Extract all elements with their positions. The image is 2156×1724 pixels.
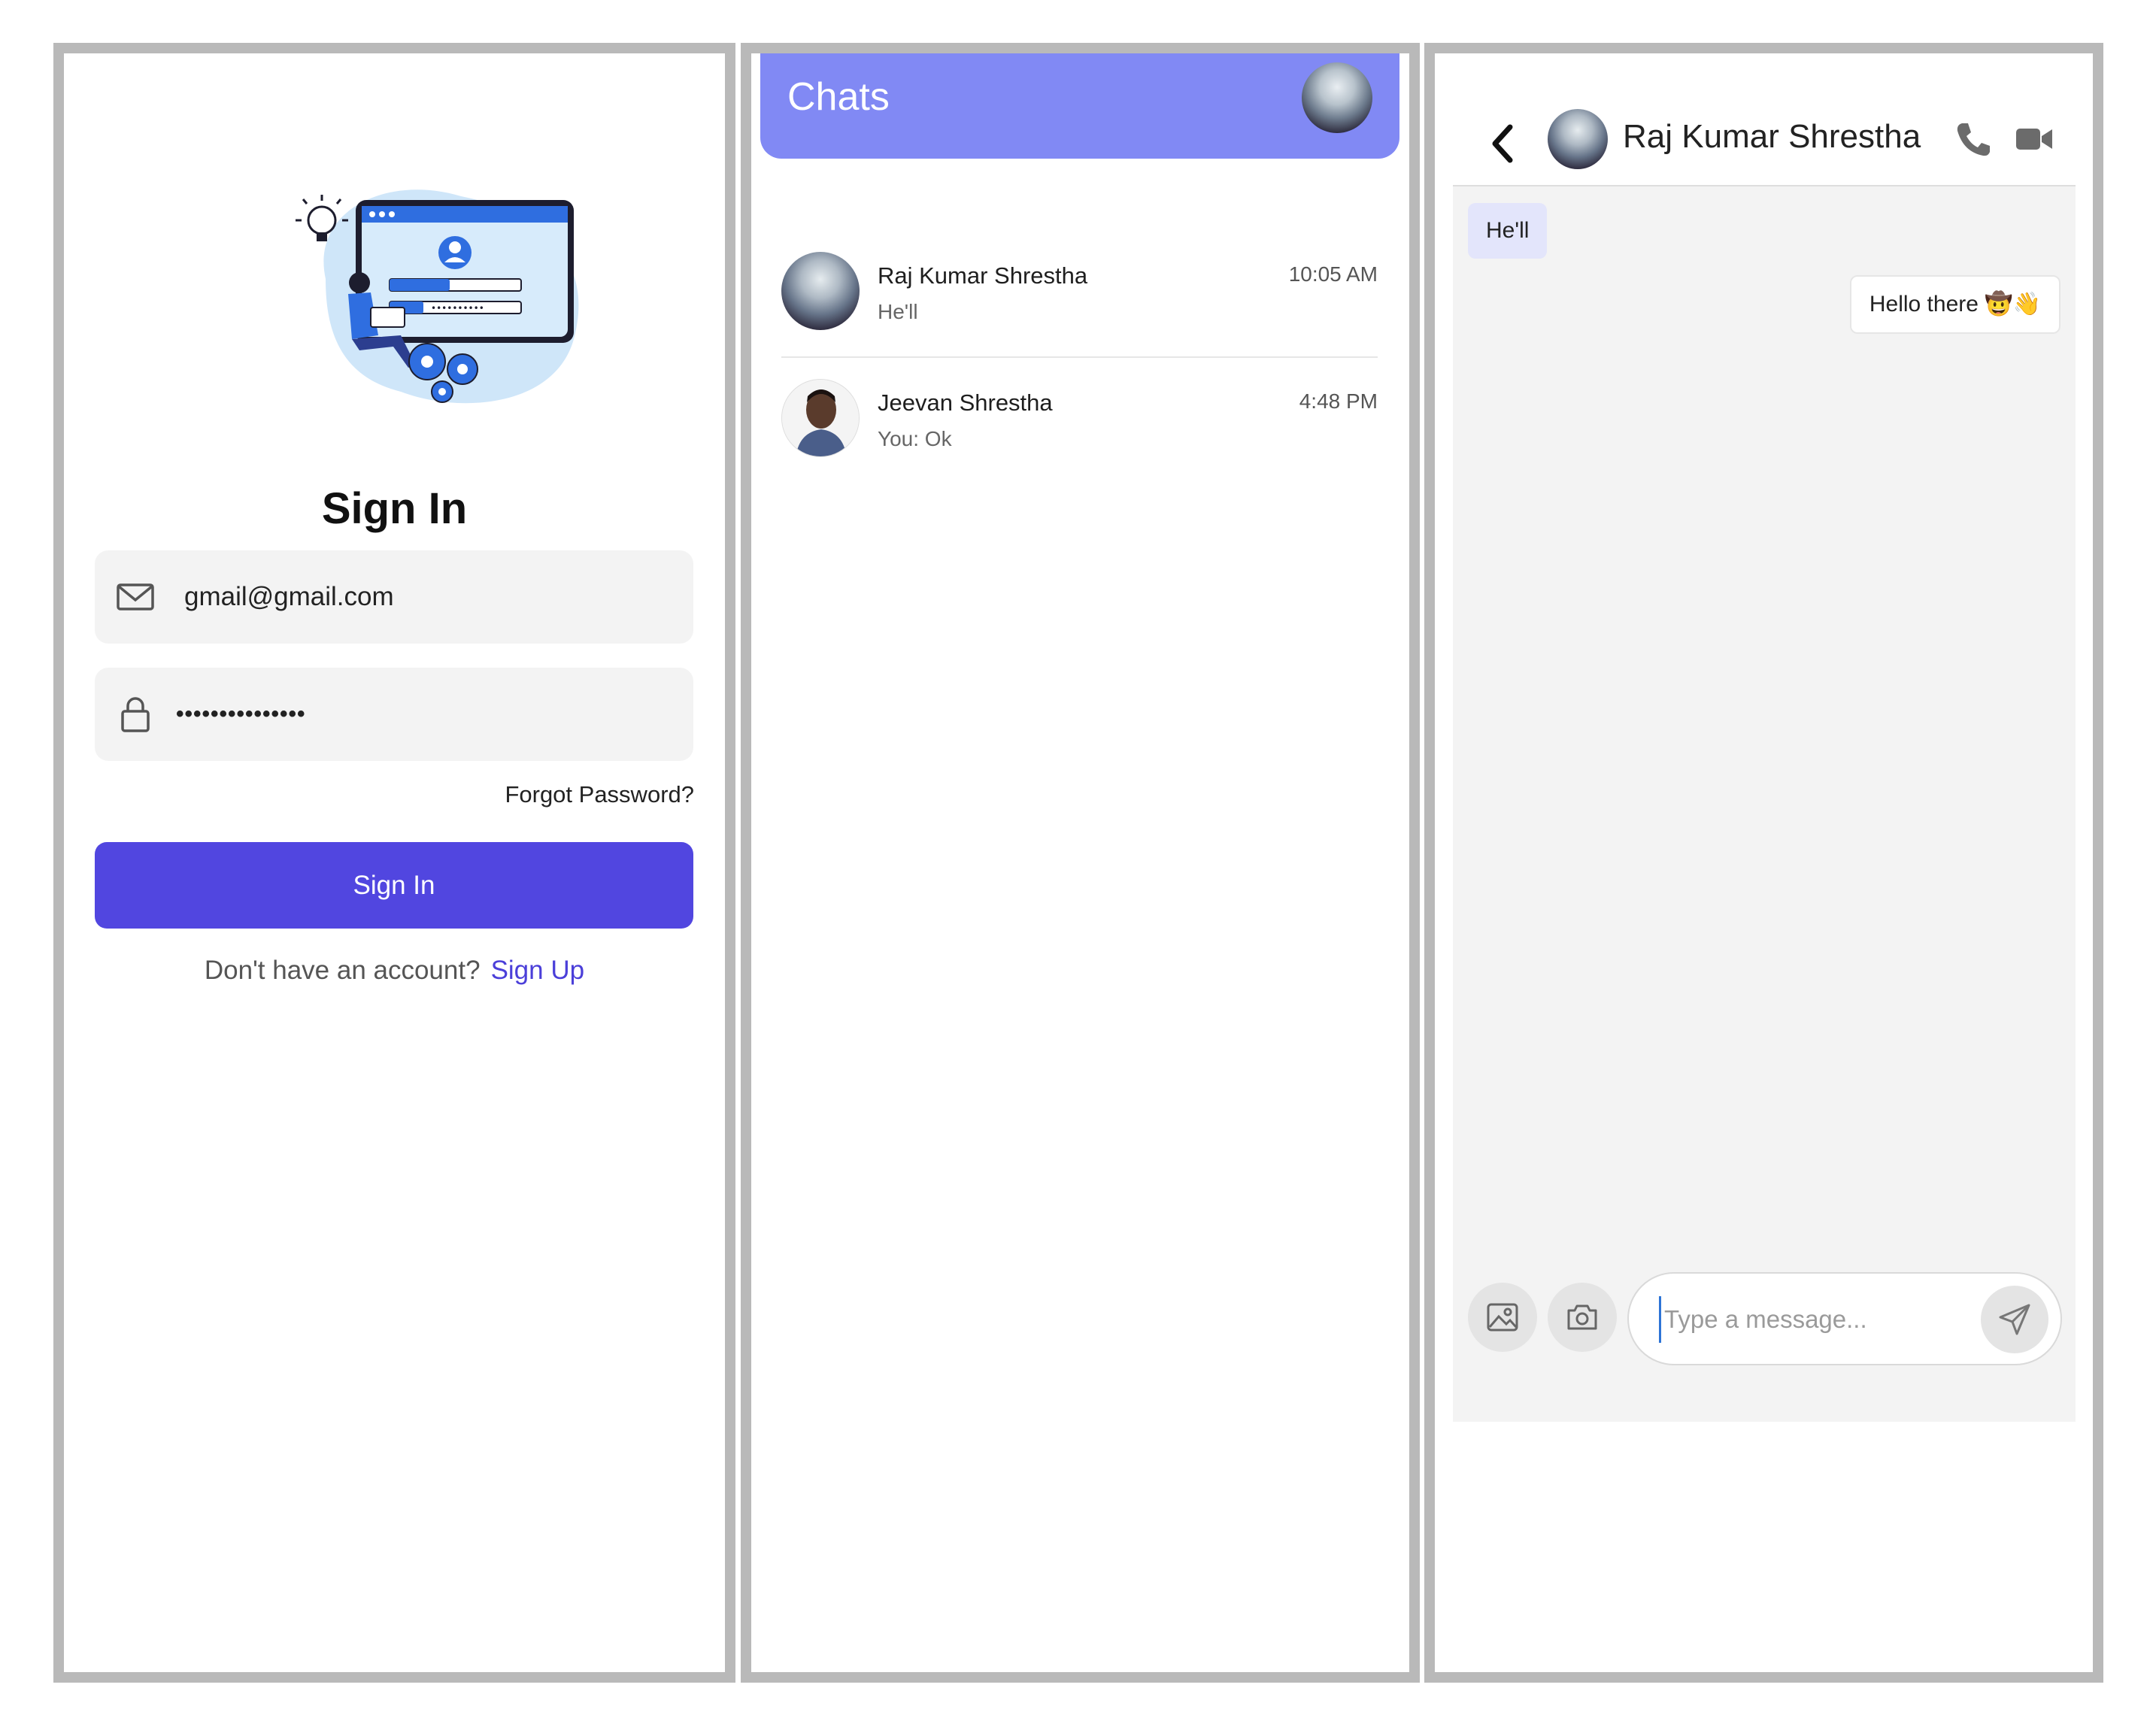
- message-composer[interactable]: [1627, 1272, 2062, 1365]
- email-input[interactable]: [184, 550, 666, 644]
- mail-icon: [117, 583, 154, 611]
- chat-contact-name: Raj Kumar Shrestha: [878, 262, 1088, 289]
- message-bubble-incoming: He'll: [1468, 203, 1548, 259]
- password-field[interactable]: [95, 668, 693, 761]
- message-text: He'll: [1486, 218, 1530, 243]
- divider: [781, 356, 1378, 358]
- phone-icon[interactable]: [1954, 120, 1992, 158]
- avatar: [781, 252, 860, 330]
- signin-button[interactable]: Sign In: [95, 842, 693, 929]
- message-input[interactable]: [1659, 1296, 1966, 1343]
- signup-link[interactable]: Sign Up: [491, 956, 585, 985]
- chat-list-item[interactable]: Raj Kumar Shrestha He'll 10:05 AM: [781, 243, 1378, 367]
- chats-header: Chats: [760, 53, 1399, 159]
- avatar[interactable]: [1548, 109, 1608, 169]
- chat-time: 4:48 PM: [1299, 389, 1378, 413]
- conversation-contact-name: Raj Kumar Shrestha: [1623, 118, 1921, 155]
- back-arrow-icon[interactable]: [1484, 121, 1522, 166]
- profile-avatar[interactable]: [1302, 62, 1372, 133]
- camera-button[interactable]: [1548, 1283, 1617, 1352]
- person-photo-icon: [782, 380, 859, 456]
- conversation-screen: Raj Kumar Shrestha He'll Hello there 🤠👋: [1424, 43, 2103, 1683]
- chats-screen: Chats Raj Kumar Shrestha He'll 10:05 AM …: [741, 43, 1420, 1683]
- svg-text:••••••••••: ••••••••••: [431, 303, 484, 314]
- send-icon: [1999, 1304, 2030, 1335]
- signin-title: Sign In: [321, 484, 468, 533]
- chat-preview: You: Ok: [878, 427, 952, 450]
- send-button[interactable]: [1981, 1286, 2048, 1353]
- chat-contact-name: Jeevan Shrestha: [878, 389, 1053, 416]
- message-text: Hello there: [1869, 292, 1979, 317]
- gallery-button[interactable]: [1468, 1283, 1537, 1352]
- message-emoji: 🤠👋: [1985, 291, 2041, 317]
- video-camera-icon[interactable]: [2015, 123, 2054, 156]
- chats-title: Chats: [787, 75, 890, 119]
- image-icon: [1487, 1303, 1518, 1332]
- signup-row: Don't have an account? Sign Up: [64, 956, 725, 986]
- chat-time: 10:05 AM: [1288, 262, 1378, 286]
- avatar: [781, 379, 860, 457]
- no-account-text: Don't have an account?: [204, 956, 481, 985]
- message-bubble-outgoing: Hello there 🤠👋: [1849, 275, 2060, 334]
- message-area[interactable]: He'll Hello there 🤠👋: [1453, 185, 2076, 1422]
- forgot-password-link[interactable]: Forgot Password?: [505, 781, 694, 808]
- camera-icon: [1567, 1304, 1597, 1330]
- chat-preview: He'll: [878, 300, 918, 323]
- password-input[interactable]: [176, 668, 657, 761]
- chat-list-item[interactable]: Jeevan Shrestha You: Ok 4:48 PM: [781, 370, 1378, 494]
- conversation-header: Raj Kumar Shrestha: [1435, 53, 2093, 185]
- login-illustration: ••••••••••: [296, 189, 579, 404]
- lock-icon: [121, 697, 150, 732]
- signin-screen: •••••••••• Sign In Forgot Password? Sign…: [53, 43, 735, 1683]
- email-field[interactable]: [95, 550, 693, 644]
